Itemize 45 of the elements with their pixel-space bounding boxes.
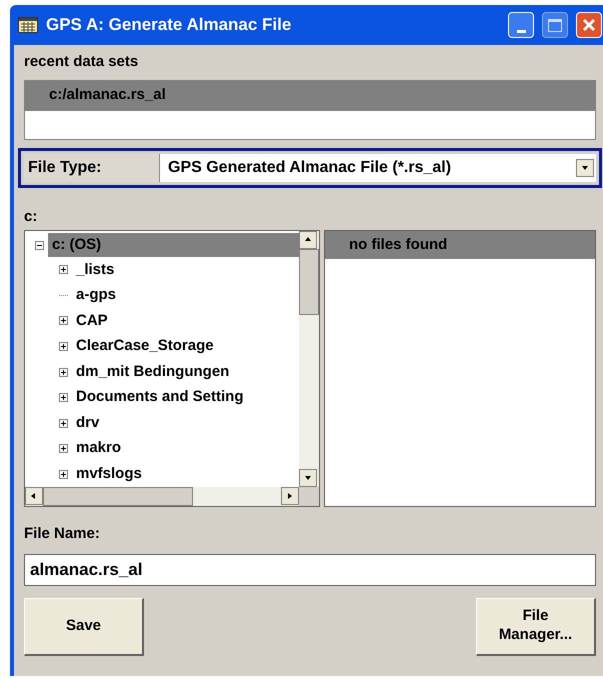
file-manager-button[interactable]: File Manager...	[476, 598, 596, 656]
tree-item[interactable]: ClearCase_Storage	[72, 335, 214, 358]
list-message: no files found	[325, 231, 595, 259]
drive-label: c:	[24, 206, 38, 226]
window-title: GPS A: Generate Almanac File	[46, 14, 292, 36]
field-label: File Name:	[24, 524, 101, 544]
expand-icon[interactable]	[59, 265, 68, 274]
field-label: File Type:	[24, 154, 160, 182]
tree-item[interactable]: dm_mit Bedingungen	[72, 360, 230, 384]
tree-item[interactable]: _lists	[72, 258, 114, 282]
scroll-thumb[interactable]	[43, 487, 193, 506]
expand-icon[interactable]	[59, 316, 68, 326]
scroll-thumb[interactable]	[299, 249, 319, 315]
close-button[interactable]	[576, 12, 602, 38]
dropdown-button[interactable]	[576, 158, 594, 176]
expand-icon[interactable]	[59, 470, 68, 479]
scroll-left-button[interactable]	[25, 487, 43, 506]
tree-item[interactable]: a-gps	[72, 284, 116, 307]
scroll-up-button[interactable]	[299, 231, 317, 249]
save-button[interactable]: Save	[24, 598, 144, 656]
vertical-scrollbar[interactable]	[299, 231, 319, 488]
horizontal-scrollbar[interactable]	[25, 487, 299, 506]
expand-icon[interactable]	[59, 342, 68, 351]
tree-item[interactable]: Documents and Setting	[72, 386, 244, 409]
tree-item[interactable]: drv	[72, 412, 100, 434]
minimize-button[interactable]	[508, 12, 534, 38]
list-item[interactable]: c:/almanac.rs_al	[25, 80, 595, 110]
close-icon	[582, 18, 596, 32]
tree-item[interactable]: makro	[72, 437, 122, 460]
section-label: recent data sets	[24, 52, 140, 72]
expand-icon[interactable]	[59, 444, 68, 454]
tree-item[interactable]: CAP	[72, 310, 108, 332]
scrollbar-corner	[299, 487, 319, 506]
expand-icon[interactable]	[59, 368, 68, 377]
scroll-right-button[interactable]	[281, 487, 299, 506]
collapse-icon[interactable]	[35, 240, 44, 250]
expand-icon[interactable]	[59, 418, 68, 428]
file-type-dropdown[interactable]: GPS Generated Almanac File (*.rs_al)	[160, 154, 596, 182]
maximize-button[interactable]	[542, 12, 568, 38]
expand-icon[interactable]	[59, 393, 68, 402]
tree-item[interactable]: c: (OS)	[48, 233, 299, 257]
file-name-field[interactable]: almanac.rs_al	[24, 554, 596, 586]
calendar-icon	[18, 17, 38, 33]
tree-item[interactable]: mvfslogs	[72, 463, 142, 486]
scroll-down-button[interactable]	[299, 469, 317, 488]
